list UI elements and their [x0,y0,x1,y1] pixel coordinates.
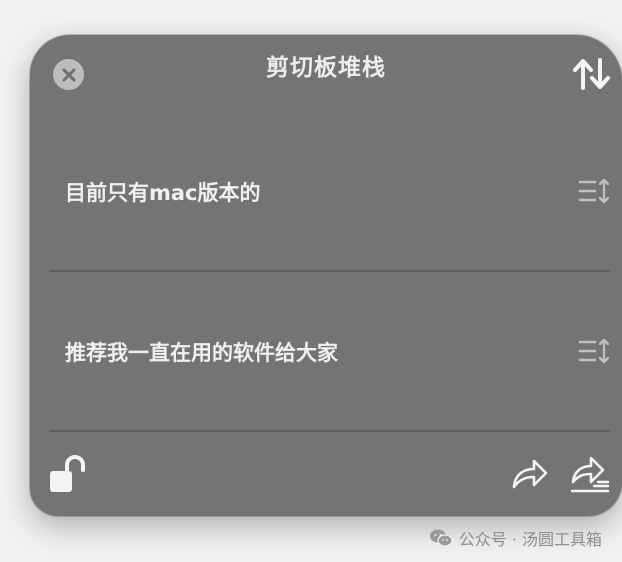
clipboard-item-text: 推荐我一直在用的软件给大家 [65,341,338,365]
share-forward-icon [512,459,548,489]
reorder-handle[interactable] [578,178,612,204]
share-button[interactable] [511,457,549,491]
wechat-icon [429,529,453,547]
unlock-icon [50,455,85,492]
share-edit-button[interactable] [570,455,612,495]
reorder-handle[interactable] [578,338,612,364]
clipboard-stack-panel: 剪切板堆栈 目前只有mac版本的 推荐我一直在用的软件给大家 [30,35,622,516]
watermark-text: 公众号 · 汤圆工具箱 [458,530,602,549]
lock-toggle-button[interactable] [48,455,88,495]
window-title: 剪切板堆栈 [266,55,386,81]
sort-arrows-icon [573,58,610,90]
clipboard-item[interactable]: 推荐我一直在用的软件给大家 [50,270,610,432]
share-edit-icon [570,456,610,493]
list-reorder-icon [578,178,610,204]
watermark: 公众号 · 汤圆工具箱 [429,526,602,550]
clipboard-item-text: 目前只有mac版本的 [65,181,261,205]
sort-button[interactable] [572,57,612,91]
clipboard-item[interactable]: 目前只有mac版本的 [50,110,610,272]
list-reorder-icon [578,338,610,364]
